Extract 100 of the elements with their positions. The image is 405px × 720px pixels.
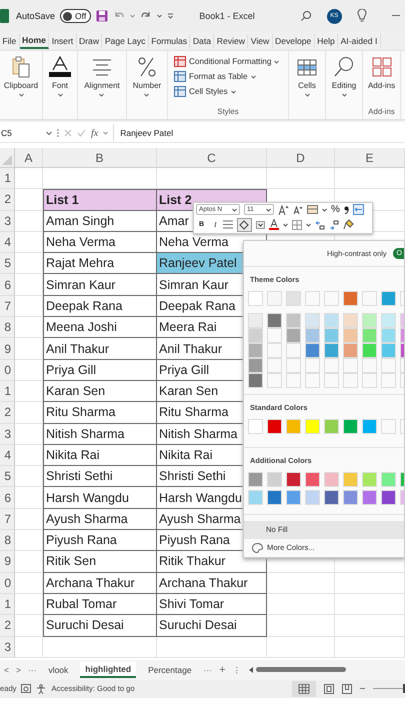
ribbon-button[interactable]: Cell Styles xyxy=(174,86,280,97)
row-header[interactable]: 2 xyxy=(0,189,15,211)
row-header[interactable]: 4 xyxy=(0,444,15,466)
ribbon-button[interactable]: Cells xyxy=(297,51,317,97)
color-swatch[interactable] xyxy=(324,418,339,434)
color-swatch[interactable] xyxy=(286,372,301,388)
ribbon-tab[interactable]: Develope xyxy=(272,34,315,48)
color-swatch[interactable] xyxy=(248,342,263,358)
wrap-icon[interactable] xyxy=(352,204,364,216)
color-swatch[interactable] xyxy=(267,342,282,358)
ribbon-tab[interactable]: View xyxy=(248,34,273,48)
ribbon-tab[interactable]: File xyxy=(0,34,20,48)
color-swatch[interactable] xyxy=(248,372,263,388)
color-swatch[interactable] xyxy=(305,490,320,505)
color-swatch[interactable] xyxy=(305,472,320,487)
row-header[interactable]: 8 xyxy=(0,317,15,338)
empty-cell[interactable] xyxy=(157,636,267,658)
empty-cell[interactable] xyxy=(267,615,335,637)
normal-view-icon[interactable] xyxy=(292,680,316,697)
fill-color-button[interactable] xyxy=(237,218,252,232)
color-swatch[interactable] xyxy=(343,472,358,487)
color-swatch[interactable] xyxy=(343,358,358,373)
color-swatch[interactable] xyxy=(381,372,396,388)
search-icon[interactable] xyxy=(300,10,312,22)
color-swatch[interactable] xyxy=(305,418,320,434)
color-swatch[interactable] xyxy=(343,342,358,358)
color-swatch[interactable] xyxy=(286,358,301,373)
color-swatch[interactable] xyxy=(324,358,339,373)
ribbon-button[interactable]: Clipboard xyxy=(4,51,38,97)
color-swatch[interactable] xyxy=(381,312,396,328)
ribbon-tab[interactable]: Help xyxy=(314,34,338,48)
row-header[interactable]: 1 xyxy=(0,594,15,616)
color-swatch[interactable] xyxy=(381,290,396,306)
fill-color-dropdown[interactable] xyxy=(256,220,266,229)
color-swatch[interactable] xyxy=(343,328,358,343)
color-swatch[interactable] xyxy=(267,372,282,388)
color-swatch[interactable] xyxy=(362,490,377,505)
color-swatch[interactable] xyxy=(305,372,320,388)
page-layout-icon[interactable] xyxy=(324,684,334,694)
color-swatch[interactable] xyxy=(305,328,320,343)
empty-cell[interactable] xyxy=(43,636,157,658)
ribbon-button[interactable]: Font xyxy=(48,51,72,97)
color-swatch[interactable] xyxy=(362,372,377,388)
color-swatch[interactable] xyxy=(381,358,396,373)
row-header[interactable]: 3 xyxy=(0,424,15,445)
color-swatch[interactable] xyxy=(362,342,377,358)
row-header[interactable]: 9 xyxy=(0,338,15,360)
row-header[interactable]: 6 xyxy=(0,274,15,296)
color-swatch[interactable] xyxy=(267,418,282,434)
minimize-icon[interactable] xyxy=(392,15,400,17)
ribbon-tab[interactable]: AI-aided I xyxy=(338,34,381,48)
caret-icon[interactable] xyxy=(283,222,288,227)
color-swatch[interactable] xyxy=(324,312,339,328)
save-icon[interactable] xyxy=(96,10,108,22)
color-swatch[interactable] xyxy=(362,328,377,343)
color-swatch[interactable] xyxy=(286,328,301,343)
ribbon-button[interactable]: Add-ins xyxy=(368,51,396,90)
confirm-icon[interactable] xyxy=(77,129,86,137)
align-icon[interactable] xyxy=(223,220,234,230)
lightbulb-icon[interactable] xyxy=(356,9,367,23)
more-sheets-button[interactable]: ··· xyxy=(204,664,212,675)
sheet-tab[interactable]: vlook xyxy=(43,662,74,677)
color-swatch[interactable] xyxy=(267,328,282,343)
next-sheet-button[interactable]: > xyxy=(16,664,21,675)
caret-icon[interactable] xyxy=(46,131,52,135)
ribbon-button[interactable]: Format as Table xyxy=(174,71,280,82)
row-header[interactable]: 3 xyxy=(0,210,15,232)
color-swatch[interactable] xyxy=(286,312,301,328)
add-sheet-button[interactable]: + xyxy=(219,664,226,676)
more-sheets-button[interactable]: ··· xyxy=(28,664,36,675)
row-header[interactable]: 7 xyxy=(0,296,15,318)
color-swatch[interactable] xyxy=(267,312,282,328)
row-header[interactable]: 9 xyxy=(0,551,15,573)
color-swatch[interactable] xyxy=(248,472,263,487)
customize-icon[interactable] xyxy=(167,13,174,19)
color-swatch[interactable] xyxy=(248,358,263,373)
empty-cell[interactable] xyxy=(267,636,335,658)
increase-decimal-icon[interactable] xyxy=(329,220,340,230)
color-swatch[interactable] xyxy=(324,290,339,306)
font-color-icon[interactable] xyxy=(269,219,280,230)
page-break-icon[interactable] xyxy=(342,684,352,694)
autosave-toggle[interactable]: Off xyxy=(60,9,92,23)
empty-cell[interactable] xyxy=(335,636,405,658)
color-swatch[interactable] xyxy=(286,418,301,434)
empty-cell[interactable] xyxy=(335,594,405,616)
row-header[interactable]: 8 xyxy=(0,530,15,552)
caret-icon[interactable] xyxy=(306,222,312,227)
previous-sheet-button[interactable]: < xyxy=(4,664,9,675)
color-swatch[interactable] xyxy=(305,290,320,306)
color-swatch[interactable] xyxy=(381,328,396,343)
sheet-tab[interactable]: Percentage xyxy=(143,662,197,677)
color-swatch[interactable] xyxy=(381,342,396,358)
color-swatch[interactable] xyxy=(267,490,282,505)
accessibility-icon[interactable] xyxy=(36,684,46,694)
row-header[interactable]: 4 xyxy=(0,232,15,254)
select-all-icon[interactable] xyxy=(2,155,12,165)
color-swatch[interactable] xyxy=(324,342,339,358)
color-swatch[interactable] xyxy=(248,490,263,505)
row-header[interactable]: 5 xyxy=(0,466,15,488)
ribbon-tab[interactable]: Review xyxy=(214,34,248,48)
